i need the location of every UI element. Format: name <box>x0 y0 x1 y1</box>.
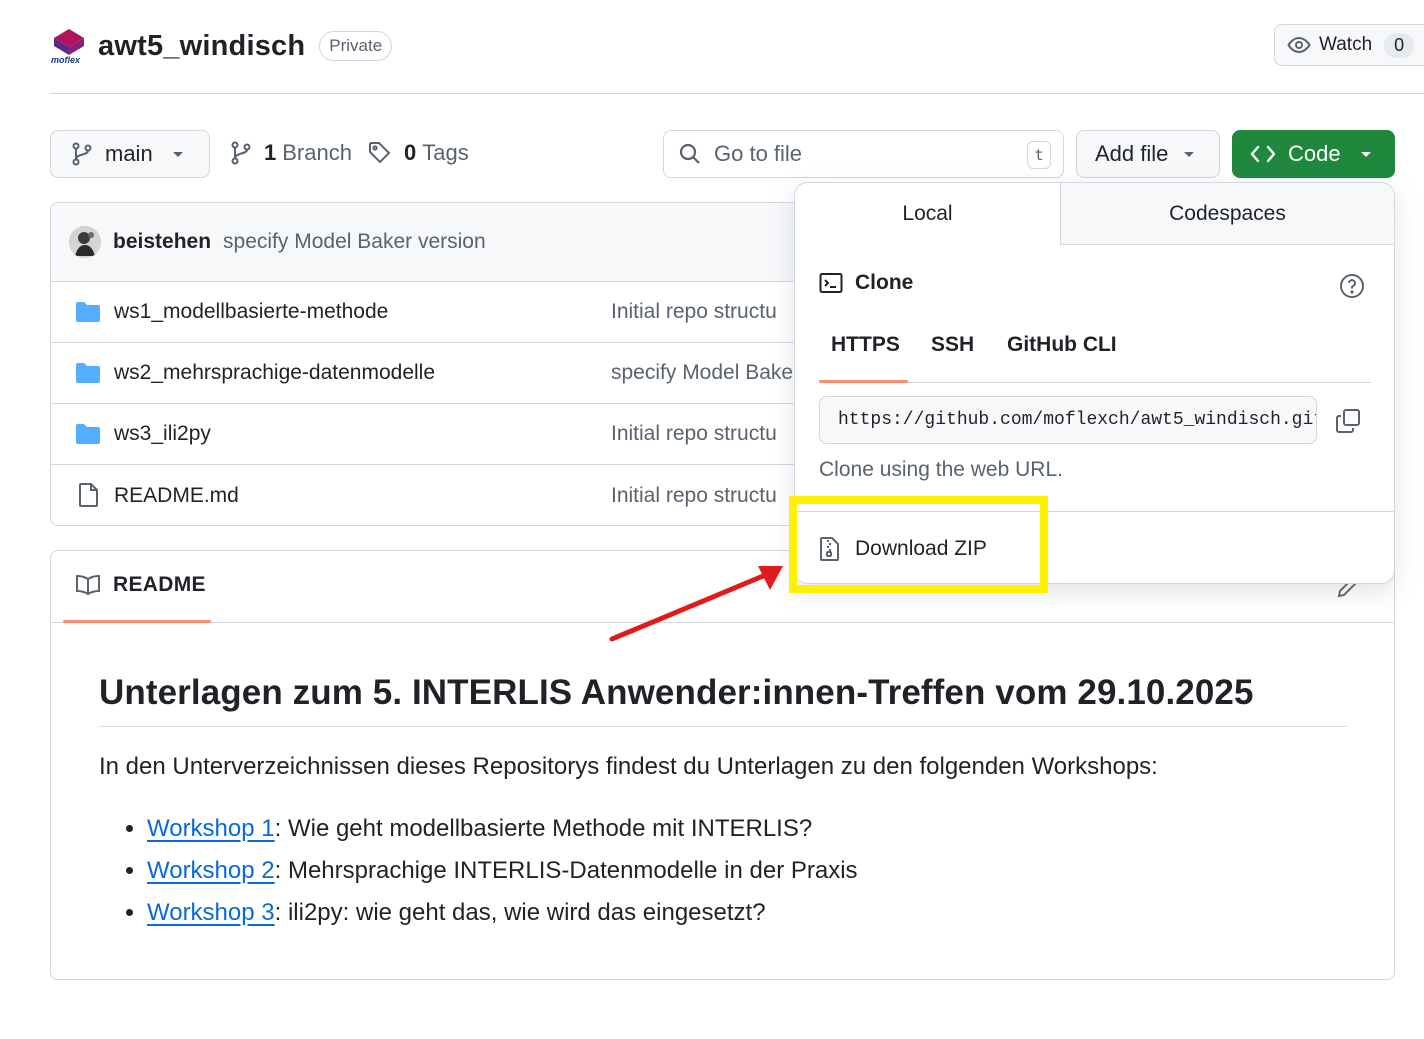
branch-label: Branch <box>282 140 352 165</box>
terminal-icon <box>819 272 843 294</box>
file-commit-message[interactable]: Initial repo structu <box>611 300 777 324</box>
file-table: beistehen specify Model Baker version ws… <box>50 202 830 526</box>
branch-selector[interactable]: main <box>50 130 210 178</box>
chevron-down-icon <box>1182 149 1196 159</box>
workshop-link[interactable]: Workshop 1 <box>147 815 275 842</box>
file-commit-message[interactable]: Initial repo structu <box>611 422 777 446</box>
tab-github-cli[interactable]: GitHub CLI <box>1007 333 1117 357</box>
workshop-description: : Mehrsprachige INTERLIS-Datenmodelle in… <box>274 857 858 884</box>
workshop-description: : ili2py: wie geht das, wie wird das ein… <box>274 899 766 926</box>
eye-icon <box>1287 33 1311 57</box>
workshop-description: : Wie geht modellbasierte Methode mit IN… <box>274 815 813 842</box>
file-commit-message[interactable]: specify Model Bake <box>611 361 793 385</box>
chevron-down-icon <box>171 149 185 159</box>
commit-author[interactable]: beistehen <box>113 230 211 254</box>
file-commit-message[interactable]: Initial repo structu <box>611 484 777 508</box>
book-icon <box>75 574 101 596</box>
table-row[interactable]: ws1_modellbasierte-methode Initial repo … <box>51 282 829 343</box>
latest-commit-row: beistehen specify Model Baker version <box>51 203 829 282</box>
tab-local[interactable]: Local <box>795 183 1061 245</box>
readme-heading: Unterlagen zum 5. INTERLIS Anwender:inne… <box>99 673 1254 712</box>
commit-message[interactable]: specify Model Baker version <box>223 230 486 254</box>
watch-label: Watch <box>1319 34 1373 55</box>
annotation-arrow-icon <box>600 556 800 656</box>
clone-heading: Clone <box>819 271 913 295</box>
file-icon <box>78 482 100 508</box>
highlight-box <box>789 496 1048 593</box>
readme-tab-label: README <box>113 573 206 596</box>
folder-icon <box>75 301 101 323</box>
search-icon <box>678 142 702 166</box>
popover-tabs: Local Codespaces <box>795 183 1394 245</box>
table-row[interactable]: ws2_mehrsprachige-datenmodelle specify M… <box>51 343 829 404</box>
go-to-file-input[interactable]: Go to file t <box>663 130 1064 178</box>
tab-ssh[interactable]: SSH <box>931 333 974 357</box>
repo-name[interactable]: awt5_windisch <box>98 30 305 63</box>
list-item: Workshop 1: Wie geht modellbasierte Meth… <box>147 813 858 855</box>
owner-logo[interactable]: moflex <box>50 27 88 65</box>
shortcut-key: t <box>1027 141 1051 169</box>
code-icon <box>1250 143 1276 165</box>
tab-readme[interactable]: README <box>75 573 206 597</box>
file-name[interactable]: README.md <box>114 484 239 508</box>
question-icon[interactable] <box>1339 273 1365 299</box>
protocol-tabs: HTTPS SSH GitHub CLI <box>819 333 1371 383</box>
repo-header: moflex awt5_windisch Private <box>50 26 393 66</box>
workshop-link[interactable]: Workshop 3 <box>147 899 275 926</box>
tag-label: Tags <box>422 140 469 165</box>
chevron-down-icon <box>1359 149 1373 159</box>
git-branch-icon <box>71 142 93 166</box>
file-name[interactable]: ws3_ili2py <box>114 422 211 446</box>
code-label: Code <box>1288 141 1341 166</box>
file-name[interactable]: ws2_mehrsprachige-datenmodelle <box>114 361 435 385</box>
avatar[interactable] <box>69 226 101 258</box>
tab-https[interactable]: HTTPS <box>831 333 900 357</box>
folder-icon <box>75 362 101 384</box>
heading-divider <box>99 726 1347 727</box>
folder-icon <box>75 423 101 445</box>
git-branch-icon <box>230 141 252 165</box>
clone-title: Clone <box>855 271 914 294</box>
workshop-link[interactable]: Workshop 2 <box>147 857 275 884</box>
watch-count: 0 <box>1384 32 1415 58</box>
list-item: Workshop 3: ili2py: wie geht das, wie wi… <box>147 897 858 939</box>
protocol-tab-underline <box>819 380 908 383</box>
tags-link[interactable]: 0 Tags <box>368 140 469 166</box>
owner-logo-text: moflex <box>51 55 81 65</box>
header-divider <box>50 93 1424 94</box>
list-item: Workshop 2: Mehrsprachige INTERLIS-Daten… <box>147 855 858 897</box>
tag-icon <box>368 141 392 165</box>
table-row[interactable]: README.md Initial repo structu <box>51 465 829 525</box>
tab-codespaces[interactable]: Codespaces <box>1061 183 1394 245</box>
readme-tab-underline <box>63 620 211 623</box>
file-name[interactable]: ws1_modellbasierte-methode <box>114 300 388 324</box>
branch-count: 1 <box>264 140 277 165</box>
add-file-button[interactable]: Add file <box>1076 130 1220 178</box>
clone-hint: Clone using the web URL. <box>819 458 1063 481</box>
add-file-label: Add file <box>1095 141 1169 166</box>
code-button[interactable]: Code <box>1232 130 1395 178</box>
go-to-file-placeholder: Go to file <box>714 141 803 166</box>
clone-url-field[interactable]: https://github.com/moflexch/awt5_windisc… <box>819 396 1317 444</box>
visibility-badge: Private <box>319 31 393 61</box>
tag-count: 0 <box>404 140 417 165</box>
branches-link[interactable]: 1 Branch <box>230 140 352 166</box>
readme-intro: In den Unterverzeichnissen dieses Reposi… <box>99 753 1158 780</box>
workshop-list: Workshop 1: Wie geht modellbasierte Meth… <box>147 813 858 939</box>
copy-icon[interactable] <box>1335 408 1361 434</box>
table-row[interactable]: ws3_ili2py Initial repo structu <box>51 404 829 465</box>
branch-name: main <box>105 141 153 166</box>
watch-button[interactable]: Watch 0 <box>1274 24 1424 66</box>
